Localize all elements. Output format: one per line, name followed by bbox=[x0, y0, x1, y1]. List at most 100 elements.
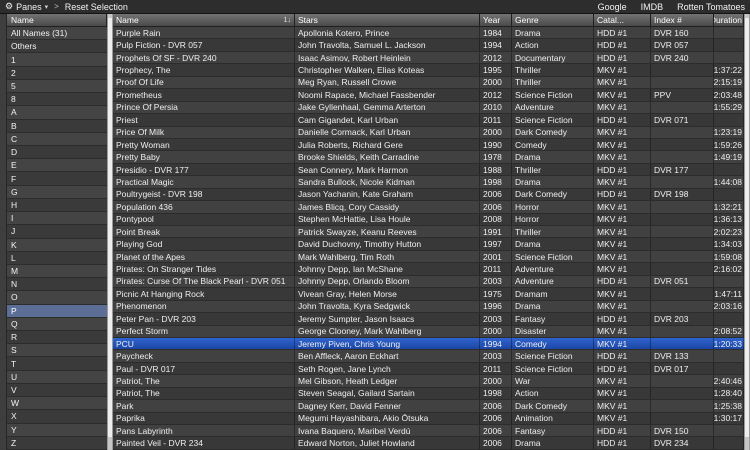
table-row[interactable]: Pretty BabyBrooke Shields, Keith Carradi… bbox=[113, 151, 744, 163]
table-row[interactable]: Prophecy, TheChristopher Walken, Elias K… bbox=[113, 64, 744, 76]
table-row[interactable]: Pirates: On Stranger TidesJohnny Depp, I… bbox=[113, 263, 744, 275]
table-row[interactable]: PaycheckBen Affleck, Aaron Eckhart2003Sc… bbox=[113, 350, 744, 362]
table-row[interactable]: Pans LabyrinthIvana Baquero, Maribel Ver… bbox=[113, 425, 744, 437]
table-row[interactable]: Poultrygeist - DVR 198Jason Yachanin, Ka… bbox=[113, 189, 744, 201]
cell-index bbox=[651, 226, 714, 237]
sidebar-item[interactable]: Q bbox=[7, 318, 107, 331]
sidebar-item[interactable]: 8 bbox=[7, 93, 107, 106]
table-row[interactable]: Point BreakPatrick Swayze, Keanu Reeves1… bbox=[113, 226, 744, 238]
column-header-label: Genre bbox=[515, 15, 539, 25]
sidebar-item[interactable]: T bbox=[7, 357, 107, 370]
sidebar-item[interactable]: X bbox=[7, 410, 107, 423]
reset-selection-button[interactable]: Reset Selection bbox=[65, 2, 128, 12]
sidebar-item[interactable]: E bbox=[7, 159, 107, 172]
cell-index bbox=[651, 214, 714, 225]
table-row[interactable]: Patriot, TheMel Gibson, Heath Ledger2000… bbox=[113, 375, 744, 387]
column-header-name[interactable]: Name 1↓ bbox=[113, 14, 295, 27]
column-header-genre[interactable]: Genre bbox=[512, 14, 594, 27]
table-row[interactable]: Paul - DVR 017Seth Rogen, Jane Lynch2011… bbox=[113, 363, 744, 375]
sidebar-scrollbar[interactable] bbox=[107, 14, 113, 450]
table-row[interactable]: Practical MagicSandra Bullock, Nicole Ki… bbox=[113, 176, 744, 188]
cell-year: 2003 bbox=[480, 313, 512, 324]
sidebar-item[interactable]: K bbox=[7, 239, 107, 252]
sidebar-item[interactable]: C bbox=[7, 133, 107, 146]
movie-table: Name 1↓ Stars Year Genre Catal... Index … bbox=[113, 14, 744, 450]
sidebar-item[interactable]: B bbox=[7, 120, 107, 133]
link-imdb[interactable]: IMDB bbox=[641, 2, 664, 12]
sidebar-item[interactable]: O bbox=[7, 291, 107, 304]
sidebar-item[interactable]: Others bbox=[7, 40, 107, 53]
sidebar-item[interactable]: V bbox=[7, 384, 107, 397]
sidebar-item[interactable]: Z bbox=[7, 437, 107, 450]
table-row[interactable]: Presidio - DVR 177Sean Connery, Mark Har… bbox=[113, 164, 744, 176]
sidebar-item[interactable]: S bbox=[7, 344, 107, 357]
link-google[interactable]: Google bbox=[598, 2, 627, 12]
table-row[interactable]: Pretty WomanJulia Roberts, Richard Gere1… bbox=[113, 139, 744, 151]
table-row[interactable]: Proof Of LifeMeg Ryan, Russell Crowe2000… bbox=[113, 77, 744, 89]
cell-index bbox=[651, 64, 714, 75]
table-row[interactable]: Prophets Of SF - DVR 240Isaac Asimov, Ro… bbox=[113, 52, 744, 64]
column-header-duration[interactable]: Duration bbox=[714, 14, 744, 27]
cell-year: 2000 bbox=[480, 375, 512, 386]
sidebar-item[interactable]: 1 bbox=[7, 53, 107, 66]
cell-catalog: MKV #1 bbox=[594, 127, 651, 138]
sidebar-item[interactable]: R bbox=[7, 331, 107, 344]
column-header-catalog[interactable]: Catal... bbox=[594, 14, 651, 27]
toolbar-right: Google IMDB Rotten Tomatoes bbox=[598, 2, 745, 12]
table-row[interactable]: PriestCam Gigandet, Karl Urban2011Scienc… bbox=[113, 114, 744, 126]
table-row[interactable]: Pirates: Curse Of The Black Pearl - DVR … bbox=[113, 276, 744, 288]
sidebar-item[interactable]: H bbox=[7, 199, 107, 212]
table-row[interactable]: Picnic At Hanging RockVivean Gray, Helen… bbox=[113, 288, 744, 300]
table-row[interactable]: PaprikaMegumi Hayashibara, Akio Ōtsuka20… bbox=[113, 413, 744, 425]
table-scrollbar[interactable] bbox=[744, 14, 750, 450]
cell-index bbox=[651, 151, 714, 162]
sidebar-item[interactable]: All Names (31) bbox=[7, 27, 107, 40]
table-row[interactable]: Population 436James Blicq, Cory Cassidy2… bbox=[113, 201, 744, 213]
table-row[interactable]: Purple RainApollonia Kotero, Prince1984D… bbox=[113, 27, 744, 39]
cell-year: 1994 bbox=[480, 338, 512, 349]
table-row[interactable]: PCUJeremy Piven, Chris Young1994ComedyMK… bbox=[113, 338, 744, 350]
panes-button[interactable]: ⚙ Panes ▾ bbox=[5, 1, 48, 12]
column-header-stars[interactable]: Stars bbox=[295, 14, 480, 27]
sidebar-item[interactable]: G bbox=[7, 186, 107, 199]
sidebar-item[interactable]: N bbox=[7, 278, 107, 291]
sidebar-item[interactable]: W bbox=[7, 397, 107, 410]
sidebar-item[interactable]: F bbox=[7, 172, 107, 185]
table-row[interactable]: Pulp Fiction - DVR 057John Travolta, Sam… bbox=[113, 39, 744, 51]
sidebar-header[interactable]: Name bbox=[7, 14, 107, 27]
cell-duration bbox=[714, 350, 744, 361]
table-scrollbar-thumb[interactable] bbox=[745, 18, 749, 437]
table-row[interactable]: Painted Veil - DVR 234Edward Norton, Jul… bbox=[113, 437, 744, 449]
cell-catalog: MKV #1 bbox=[594, 201, 651, 212]
sidebar-item[interactable]: J bbox=[7, 225, 107, 238]
table-row[interactable]: Perfect StormGeorge Clooney, Mark Wahlbe… bbox=[113, 326, 744, 338]
sidebar-item[interactable]: Y bbox=[7, 424, 107, 437]
table-row[interactable]: Playing GodDavid Duchovny, Timothy Hutto… bbox=[113, 238, 744, 250]
sidebar-item[interactable]: D bbox=[7, 146, 107, 159]
table-row[interactable]: PrometheusNoomi Rapace, Michael Fassbend… bbox=[113, 89, 744, 101]
column-header-year[interactable]: Year bbox=[480, 14, 512, 27]
table-row[interactable]: Planet of the ApesMark Wahlberg, Tim Rot… bbox=[113, 251, 744, 263]
cell-index: DVR 051 bbox=[651, 276, 714, 287]
link-rotten-tomatoes[interactable]: Rotten Tomatoes bbox=[677, 2, 745, 12]
column-header-index[interactable]: Index # bbox=[651, 14, 714, 27]
cell-year: 1994 bbox=[480, 39, 512, 50]
sidebar-item[interactable]: M bbox=[7, 265, 107, 278]
table-row[interactable]: Prince Of PersiaJake Gyllenhaal, Gemma A… bbox=[113, 102, 744, 114]
table-row[interactable]: Price Of MilkDanielle Cormack, Karl Urba… bbox=[113, 127, 744, 139]
sidebar-item[interactable]: P bbox=[7, 305, 107, 318]
table-row[interactable]: ParkDagney Kerr, David Fenner2006Dark Co… bbox=[113, 400, 744, 412]
sidebar-scrollbar-thumb[interactable] bbox=[108, 18, 112, 437]
cell-name: Paul - DVR 017 bbox=[113, 363, 295, 374]
sidebar-item[interactable]: I bbox=[7, 212, 107, 225]
table-row[interactable]: PontypoolStephen McHattie, Lisa Houle200… bbox=[113, 214, 744, 226]
table-row[interactable]: PhenomenonJohn Travolta, Kyra Sedgwick19… bbox=[113, 301, 744, 313]
sidebar-item[interactable]: 5 bbox=[7, 80, 107, 93]
table-row[interactable]: Patriot, TheSteven Seagal, Gailard Sarta… bbox=[113, 388, 744, 400]
sidebar-item[interactable]: A bbox=[7, 106, 107, 119]
sidebar-item[interactable]: L bbox=[7, 252, 107, 265]
sidebar-item[interactable]: 2 bbox=[7, 67, 107, 80]
table-row[interactable]: Peter Pan - DVR 203Jeremy Sumpter, Jason… bbox=[113, 313, 744, 325]
sidebar-item[interactable]: U bbox=[7, 371, 107, 384]
cell-name: Playing God bbox=[113, 238, 295, 249]
